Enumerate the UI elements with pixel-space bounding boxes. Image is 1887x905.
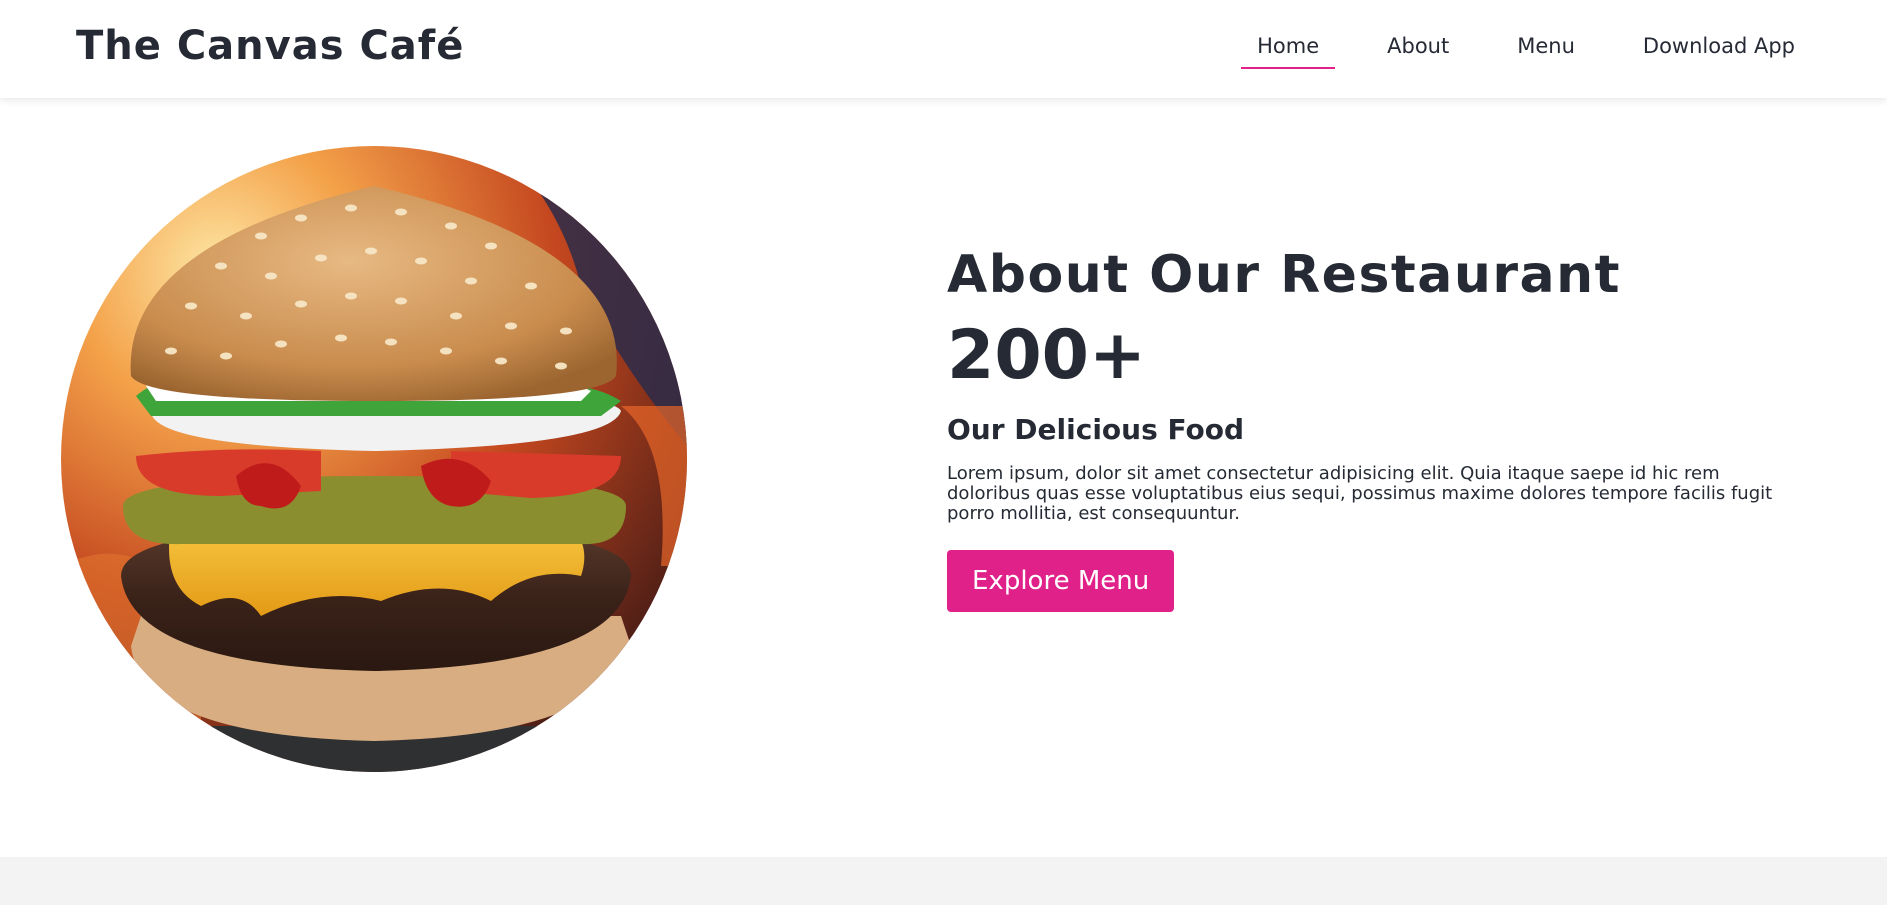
explore-menu-button[interactable]: Explore Menu	[947, 550, 1175, 612]
nav-link-menu[interactable]: Menu	[1501, 29, 1591, 63]
nav-link-download-app[interactable]: Download App	[1627, 29, 1811, 63]
about-title: About Our Restaurant	[947, 245, 1621, 305]
footer-band	[0, 857, 1887, 905]
navbar: The Canvas Café Home About Menu Download…	[0, 0, 1887, 98]
brand-logo-text[interactable]: The Canvas Café	[76, 20, 464, 72]
nav-link-home[interactable]: Home	[1241, 29, 1336, 69]
about-section: About Our Restaurant 200+ Our Delicious …	[947, 238, 1807, 612]
stat-count: 200+	[947, 316, 1146, 395]
about-subtitle: Our Delicious Food	[947, 413, 1245, 446]
nav-link-about[interactable]: About	[1371, 29, 1465, 63]
nav-links: Home About Menu Download App	[1205, 29, 1811, 69]
about-description: Lorem ipsum, dolor sit amet consectetur …	[947, 463, 1773, 524]
burger-illustration	[61, 146, 687, 772]
burger-image	[61, 146, 687, 772]
